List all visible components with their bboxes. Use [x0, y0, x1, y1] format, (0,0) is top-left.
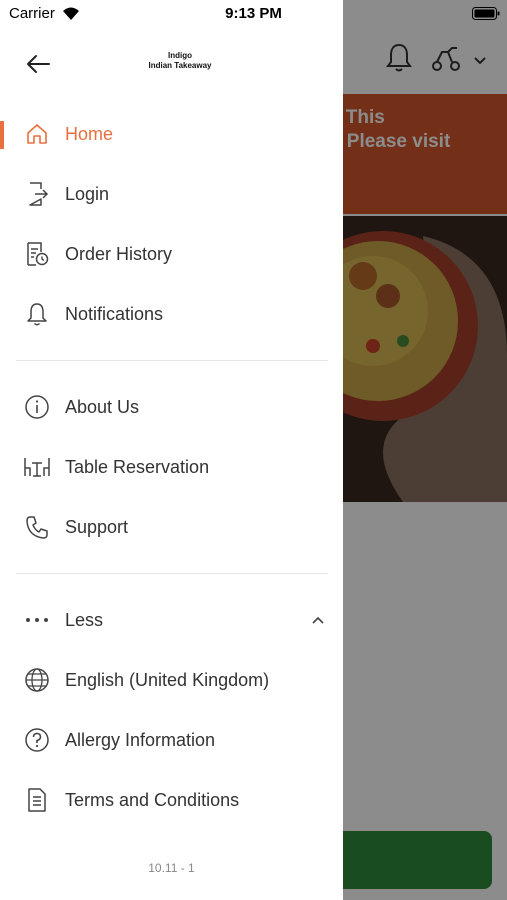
menu-item-label: Less — [65, 609, 104, 630]
menu-item-label: English (United Kingdom) — [65, 669, 270, 690]
table-icon — [22, 452, 52, 482]
menu-item-label: Home — [65, 123, 114, 144]
app-version: 10.11 - 1 — [148, 861, 195, 875]
logo-line2: Indian Takeaway — [148, 61, 212, 70]
divider — [16, 360, 328, 361]
battery-icon — [472, 7, 500, 20]
menu-item-allergy-information[interactable]: Allergy Information — [0, 712, 343, 768]
order-history-icon — [22, 239, 52, 269]
status-bar: Carrier 9:13 PM — [0, 0, 507, 30]
brand-logo: Indigo Indian Takeaway — [130, 51, 230, 71]
info-icon — [22, 392, 52, 422]
menu-item-terms-and-conditions[interactable]: Terms and Conditions — [0, 772, 343, 828]
document-icon — [22, 785, 52, 815]
menu-item-label: Support — [65, 516, 129, 537]
menu-item-label: Terms and Conditions — [65, 789, 240, 810]
navigation-drawer: Indigo Indian Takeaway Home Login Order … — [0, 0, 343, 900]
menu-item-support[interactable]: Support — [0, 499, 343, 555]
phone-icon — [22, 512, 52, 542]
bell-icon — [22, 299, 52, 329]
globe-icon — [22, 665, 52, 695]
menu-item-label: Allergy Information — [65, 729, 216, 750]
login-icon — [22, 179, 52, 209]
logo-line1: Indigo — [168, 51, 192, 60]
arrow-left-icon — [27, 55, 50, 73]
menu-item-table-reservation[interactable]: Table Reservation — [0, 439, 343, 495]
menu-item-about-us[interactable]: About Us — [0, 379, 343, 435]
menu-item-label: Table Reservation — [65, 456, 210, 477]
menu-item-label: About Us — [65, 396, 140, 417]
status-time: 9:13 PM — [225, 5, 282, 22]
home-icon — [22, 119, 52, 149]
question-icon — [22, 725, 52, 755]
back-button[interactable] — [22, 50, 54, 78]
chevron-up-icon — [312, 616, 324, 624]
active-indicator — [0, 121, 4, 149]
menu-item-less[interactable]: Less — [0, 592, 343, 648]
menu-item-label: Order History — [65, 243, 173, 264]
menu-item-label: Login — [65, 183, 110, 204]
menu-item-order-history[interactable]: Order History — [0, 226, 343, 282]
menu-item-login[interactable]: Login — [0, 166, 343, 222]
menu-item-label: Notifications — [65, 303, 164, 324]
menu-item-language[interactable]: English (United Kingdom) — [0, 652, 343, 708]
divider — [16, 573, 328, 574]
more-dots-icon — [22, 605, 52, 635]
menu-item-home[interactable]: Home — [0, 106, 343, 162]
drawer-header: Indigo Indian Takeaway — [0, 30, 343, 98]
menu-item-notifications[interactable]: Notifications — [0, 286, 343, 342]
